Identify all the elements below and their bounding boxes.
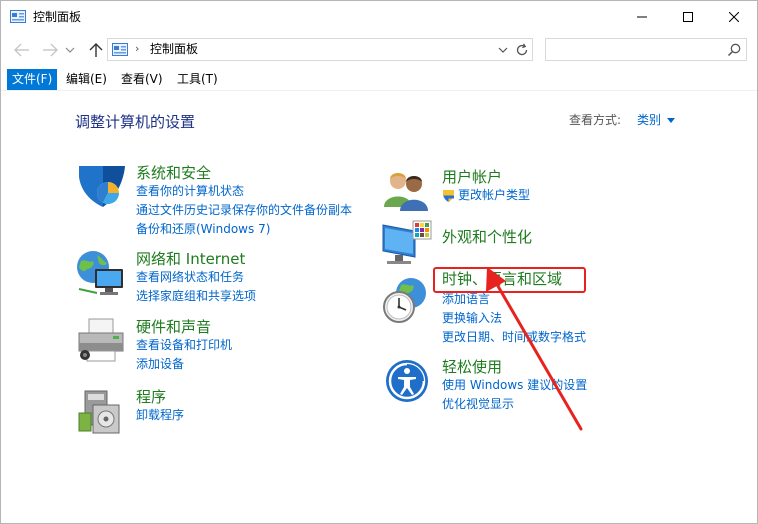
link-change-account-type[interactable]: 更改帐户类型 (458, 187, 530, 204)
programs-icon[interactable] (75, 387, 127, 435)
link-file-history[interactable]: 通过文件历史记录保存你的文件备份副本 (136, 202, 352, 219)
category-network-internet: 网络和 Internet 查看网络状态和任务 选择家庭组和共享选项 (75, 249, 375, 307)
link-backup-restore[interactable]: 备份和还原(Windows 7) (136, 221, 270, 238)
minimize-icon (637, 16, 647, 18)
category-title-hardware[interactable]: 硬件和声音 (136, 317, 211, 337)
chevron-down-icon[interactable] (496, 43, 510, 57)
close-button[interactable] (711, 1, 757, 33)
category-title-system[interactable]: 系统和安全 (136, 163, 211, 183)
monitor-palette-icon[interactable] (381, 219, 433, 267)
category-appearance: 外观和个性化 (381, 219, 681, 269)
view-by-label: 查看方式: (569, 113, 622, 127)
link-view-computer-status[interactable]: 查看你的计算机状态 (136, 183, 244, 200)
link-add-language[interactable]: 添加语言 (442, 291, 490, 308)
breadcrumb-separator[interactable]: › (135, 42, 139, 55)
network-globe-icon[interactable] (75, 249, 127, 297)
window-title: 控制面板 (33, 10, 82, 24)
uac-shield-icon (443, 190, 454, 202)
search-field[interactable] (545, 38, 747, 61)
clock-globe-icon[interactable] (381, 277, 433, 325)
highlight-box (433, 267, 586, 293)
forward-arrow-icon[interactable] (41, 41, 59, 59)
up-arrow-icon[interactable] (87, 41, 105, 59)
maximize-icon (683, 12, 693, 22)
page-title: 调整计算机的设置 (75, 113, 196, 131)
search-icon[interactable] (726, 42, 742, 58)
category-title-network[interactable]: 网络和 Internet (136, 249, 245, 269)
minimize-button[interactable] (619, 1, 665, 33)
menu-bar: 文件(F) 编辑(E) 查看(V) 工具(T) (1, 67, 757, 91)
menu-tools[interactable]: 工具(T) (172, 69, 223, 90)
link-change-input-method[interactable]: 更换输入法 (442, 310, 502, 327)
category-user-accounts: 用户帐户 更改帐户类型 (381, 167, 681, 217)
control-panel-icon (112, 43, 128, 56)
main-content: 调整计算机的设置 查看方式: 类别 系统和安全 查看你的计算机状态 通过文件历史… (1, 91, 757, 523)
address-toolbar: › 控制面板 (1, 33, 757, 67)
link-change-date-time-format[interactable]: 更改日期、时间或数字格式 (442, 329, 586, 346)
menu-file[interactable]: 文件(F) (7, 69, 58, 90)
category-system-security: 系统和安全 查看你的计算机状态 通过文件历史记录保存你的文件备份副本 备份和还原… (75, 163, 375, 238)
printer-icon[interactable] (75, 317, 127, 365)
category-hardware-sound: 硬件和声音 查看设备和打印机 添加设备 (75, 317, 375, 375)
shield-icon[interactable] (75, 163, 127, 211)
address-field[interactable]: › 控制面板 (107, 38, 533, 61)
view-by-dropdown[interactable]: 类别 (637, 112, 661, 129)
link-recommended-settings[interactable]: 使用 Windows 建议的设置 (442, 377, 587, 394)
recent-locations-chevron-icon[interactable] (64, 41, 76, 59)
menu-edit[interactable]: 编辑(E) (61, 69, 112, 90)
close-icon (729, 12, 739, 22)
link-uninstall-program[interactable]: 卸载程序 (136, 407, 184, 424)
menu-view[interactable]: 查看(V) (116, 69, 168, 90)
link-devices-printers[interactable]: 查看设备和打印机 (136, 337, 232, 354)
breadcrumb[interactable]: 控制面板 (150, 42, 198, 57)
search-input[interactable] (550, 41, 720, 58)
link-homegroup-sharing[interactable]: 选择家庭组和共享选项 (136, 288, 256, 305)
back-arrow-icon[interactable] (13, 41, 31, 59)
category-title-ease[interactable]: 轻松使用 (442, 357, 502, 377)
category-ease-of-access: 轻松使用 使用 Windows 建议的设置 优化视觉显示 (381, 357, 681, 415)
refresh-icon[interactable] (514, 42, 530, 58)
title-bar: 控制面板 (1, 1, 757, 33)
link-add-device[interactable]: 添加设备 (136, 356, 184, 373)
control-panel-icon (10, 10, 26, 23)
maximize-button[interactable] (665, 1, 711, 33)
category-title-programs[interactable]: 程序 (136, 387, 166, 407)
category-title-users[interactable]: 用户帐户 (442, 167, 502, 187)
ease-of-access-icon[interactable] (381, 357, 433, 405)
link-optimize-display[interactable]: 优化视觉显示 (442, 396, 514, 413)
link-network-status[interactable]: 查看网络状态和任务 (136, 269, 244, 286)
control-panel-window: 控制面板 › 控制面板 文件(F) 编辑(E) 查看(V) 工具(T) 调整计算… (0, 0, 758, 524)
category-programs: 程序 卸载程序 (75, 387, 375, 439)
chevron-down-icon[interactable] (667, 118, 675, 124)
users-icon[interactable] (381, 167, 433, 215)
category-title-appearance[interactable]: 外观和个性化 (442, 227, 532, 247)
